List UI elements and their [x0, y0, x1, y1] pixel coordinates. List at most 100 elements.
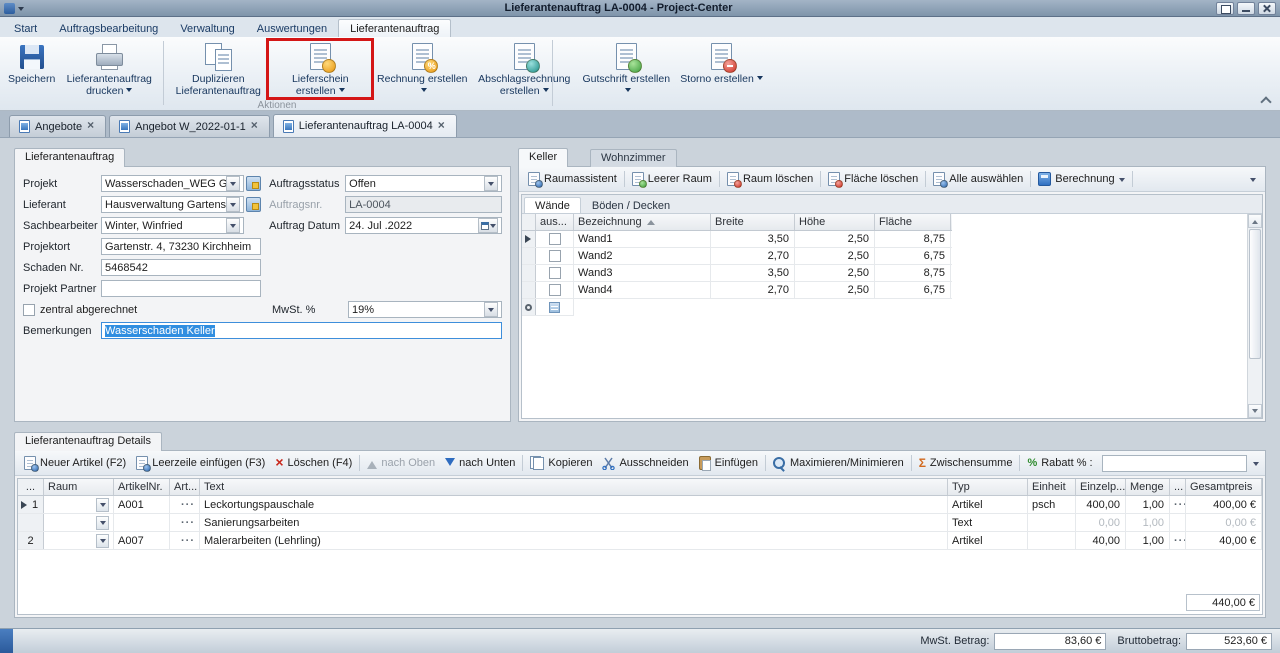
ausschneiden-button[interactable]: Ausschneiden: [597, 455, 693, 472]
column-header-typ[interactable]: Typ: [948, 479, 1028, 495]
ellipsis-button[interactable]: [181, 535, 195, 547]
row-checkbox[interactable]: [549, 233, 561, 245]
menge-cell[interactable]: 1,00: [1126, 496, 1170, 513]
ribbon-tab-auswertungen[interactable]: Auswertungen: [246, 20, 338, 37]
column-header-auswahl[interactable]: aus...: [536, 214, 574, 230]
menge-cell[interactable]: 1,00: [1126, 532, 1170, 549]
ellipsis-button[interactable]: [1174, 499, 1186, 511]
duplizieren-lieferantenauftrag-button[interactable]: Duplizieren Lieferantenauftrag: [167, 39, 269, 101]
lieferantenauftrag-drucken-button[interactable]: Lieferantenauftrag drucken: [58, 39, 160, 101]
scroll-down-button[interactable]: [1248, 404, 1262, 418]
close-window-button[interactable]: [1258, 2, 1276, 15]
ellipsis-button[interactable]: [181, 499, 195, 511]
row-checkbox[interactable]: [549, 250, 561, 262]
column-header-flaeche[interactable]: Fläche: [875, 214, 951, 230]
leerzeile-einfuegen-button[interactable]: Leerzeile einfügen (F3): [131, 454, 270, 472]
article-row-3[interactable]: 2 A007 Malerarbeiten (Lehrling) Artikel …: [18, 532, 1262, 550]
bezeichnung-cell[interactable]: Wand1: [574, 231, 711, 247]
column-header-breite[interactable]: Breite: [711, 214, 795, 230]
room-tab-wohnzimmer[interactable]: Wohnzimmer: [590, 149, 677, 167]
hoehe-cell[interactable]: 2,50: [795, 265, 875, 281]
dropdown-button[interactable]: [96, 516, 109, 530]
new-row-cell[interactable]: [536, 299, 574, 315]
abschlagsrechnung-erstellen-button[interactable]: Abschlagsrechnung erstellen: [473, 39, 575, 101]
breite-cell[interactable]: 3,50: [711, 265, 795, 281]
einzelpreis-cell[interactable]: 400,00: [1076, 496, 1126, 513]
column-header-menge[interactable]: Menge: [1126, 479, 1170, 495]
more-cell[interactable]: [1170, 496, 1186, 513]
surface-tab-waende[interactable]: Wände: [524, 197, 581, 213]
zwischensumme-button[interactable]: Zwischensumme: [914, 454, 1018, 472]
row-checkbox[interactable]: [549, 284, 561, 296]
gesamtpreis-cell[interactable]: 40,00 €: [1186, 532, 1262, 549]
neuer-artikel-button[interactable]: Neuer Artikel (F2): [19, 454, 131, 472]
article-row-1[interactable]: 1 A001 Leckortungspauschale Artikel psch…: [18, 496, 1262, 514]
hoehe-cell[interactable]: 2,50: [795, 231, 875, 247]
ribbon-tab-auftragsbearbeitung[interactable]: Auftragsbearbeitung: [48, 20, 169, 37]
projektort-field[interactable]: Gartenstr. 4, 73230 Kirchheim: [101, 238, 261, 255]
art-cell[interactable]: [170, 514, 200, 531]
column-header-artikelnr[interactable]: ArtikelNr.: [114, 479, 170, 495]
kopieren-button[interactable]: Kopieren: [525, 454, 597, 472]
raum-cell[interactable]: [44, 514, 114, 531]
details-panel-tab[interactable]: Lieferantenauftrag Details: [14, 432, 162, 451]
document-tab-lieferantenauftrag-la-0004[interactable]: Lieferantenauftrag LA-0004: [273, 114, 457, 137]
ribbon-tab-verwaltung[interactable]: Verwaltung: [169, 20, 245, 37]
column-header-raum[interactable]: Raum: [44, 479, 114, 495]
more-cell[interactable]: [1170, 514, 1186, 531]
gutschrift-erstellen-button[interactable]: Gutschrift erstellen: [575, 39, 677, 101]
document-tab-angebote[interactable]: Angebote: [9, 115, 106, 137]
select-cell[interactable]: [536, 282, 574, 298]
open-lieferant-button[interactable]: [246, 197, 261, 212]
more-cell[interactable]: [1170, 532, 1186, 549]
raumassistent-button[interactable]: Raumassistent: [523, 170, 622, 188]
flaeche-cell[interactable]: 6,75: [875, 282, 951, 298]
storno-erstellen-button[interactable]: Storno erstellen: [677, 39, 766, 101]
open-projekt-button[interactable]: [246, 176, 261, 191]
bezeichnung-cell[interactable]: Wand2: [574, 248, 711, 264]
einzelpreis-cell[interactable]: 40,00: [1076, 532, 1126, 549]
calendar-dropdown-button[interactable]: [478, 218, 498, 233]
bemerkungen-field[interactable]: Wasserschaden Keller: [101, 322, 502, 339]
text-cell[interactable]: Sanierungsarbeiten: [200, 514, 948, 531]
alle-auswaehlen-button[interactable]: Alle auswählen: [928, 170, 1028, 188]
sachbearbeiter-combobox[interactable]: Winter, Winfried: [101, 217, 244, 234]
text-cell[interactable]: Leckortungspauschale: [200, 496, 948, 513]
einfuegen-button[interactable]: Einfügen: [694, 454, 763, 472]
column-header-more[interactable]: ...: [1170, 479, 1186, 495]
bezeichnung-cell[interactable]: Wand4: [574, 282, 711, 298]
new-row-indicator[interactable]: [522, 299, 574, 316]
room-tab-keller[interactable]: Keller: [518, 148, 568, 167]
minimize-window-button[interactable]: [1237, 2, 1255, 15]
table-row-wand3[interactable]: Wand3 3,50 2,50 8,75: [522, 265, 952, 282]
column-header-art[interactable]: Art...: [170, 479, 200, 495]
dropdown-button[interactable]: [484, 176, 498, 191]
select-cell[interactable]: [536, 248, 574, 264]
raum-cell[interactable]: [44, 496, 114, 513]
flaeche-cell[interactable]: 8,75: [875, 231, 951, 247]
column-header-bezeichnung[interactable]: Bezeichnung: [574, 214, 711, 230]
gesamtpreis-cell[interactable]: 400,00 €: [1186, 496, 1262, 513]
table-row-wand1[interactable]: Wand1 3,50 2,50 8,75: [522, 231, 952, 248]
einzelpreis-cell[interactable]: 0,00: [1076, 514, 1126, 531]
typ-cell[interactable]: Artikel: [948, 496, 1028, 513]
einheit-cell[interactable]: [1028, 532, 1076, 549]
zentral-abgerechnet-checkbox[interactable]: [23, 304, 35, 316]
art-cell[interactable]: [170, 532, 200, 549]
dropdown-button[interactable]: [226, 218, 240, 233]
menge-cell[interactable]: 1,00: [1126, 514, 1170, 531]
flaeche-cell[interactable]: 6,75: [875, 248, 951, 264]
raum-loeschen-button[interactable]: Raum löschen: [722, 170, 818, 188]
ellipsis-button[interactable]: [1174, 535, 1186, 547]
einheit-cell[interactable]: psch: [1028, 496, 1076, 513]
form-panel-tab[interactable]: Lieferantenauftrag: [14, 148, 125, 167]
typ-cell[interactable]: Text: [948, 514, 1028, 531]
leerer-raum-button[interactable]: Leerer Raum: [627, 170, 717, 188]
auftragsstatus-combobox[interactable]: Offen: [345, 175, 502, 192]
dropdown-button[interactable]: [96, 534, 109, 548]
ellipsis-button[interactable]: [181, 517, 195, 529]
close-tab-icon[interactable]: [438, 121, 447, 132]
nach-unten-button[interactable]: nach Unten: [440, 454, 520, 473]
raum-cell[interactable]: [44, 532, 114, 549]
hoehe-cell[interactable]: 2,50: [795, 282, 875, 298]
